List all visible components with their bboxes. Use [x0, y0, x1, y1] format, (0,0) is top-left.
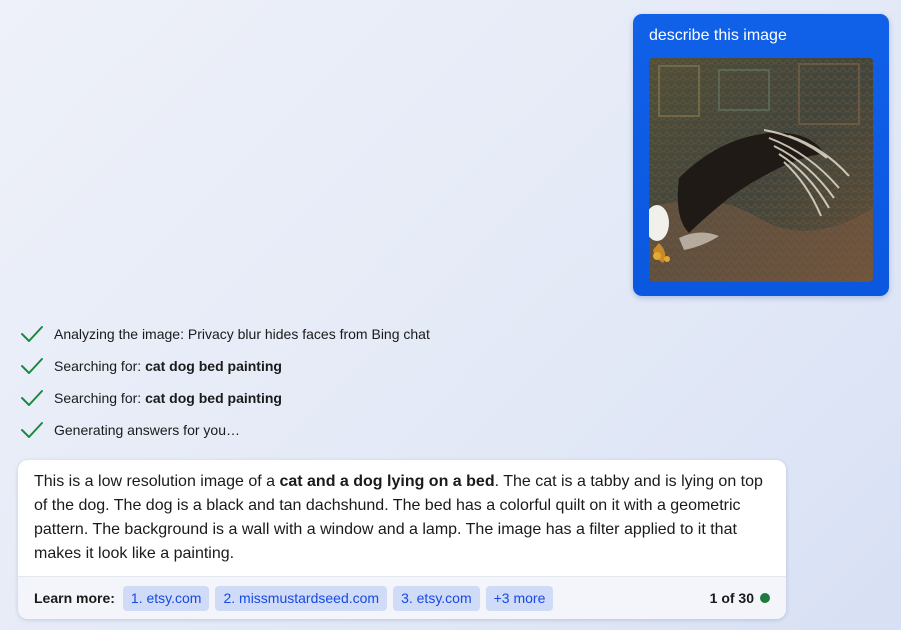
answer-text: This is a low resolution image of a cat …: [34, 473, 763, 562]
response-counter: 1 of 30: [709, 590, 754, 606]
citation-link-2[interactable]: 2. missmustardseed.com: [215, 585, 388, 611]
step-text: Searching for: cat dog bed painting: [54, 358, 282, 374]
learn-more-label: Learn more:: [34, 590, 115, 606]
citation-link-1[interactable]: 1. etsy.com: [122, 585, 210, 611]
step-item: Generating answers for you…: [20, 418, 430, 442]
step-text: Analyzing the image: Privacy blur hides …: [54, 326, 430, 342]
user-message-text: describe this image: [649, 27, 787, 44]
step-item: Analyzing the image: Privacy blur hides …: [20, 322, 430, 346]
eagle-painting-image[interactable]: [649, 58, 873, 282]
status-dot-icon: [760, 593, 770, 603]
step-item: Searching for: cat dog bed painting: [20, 386, 430, 410]
check-icon: [21, 390, 43, 406]
step-item: Searching for: cat dog bed painting: [20, 354, 430, 378]
citation-link-3[interactable]: 3. etsy.com: [393, 585, 480, 611]
check-icon: [21, 422, 43, 438]
user-message-bubble: describe this image: [633, 14, 889, 296]
step-text: Searching for: cat dog bed painting: [54, 390, 282, 406]
learn-more-bar: Learn more: 1. etsy.com 2. missmustardse…: [18, 576, 786, 619]
answer-bold-text: cat and a dog lying on a bed: [279, 473, 495, 490]
answer-card: This is a low resolution image of a cat …: [18, 460, 786, 619]
check-icon: [21, 326, 43, 342]
more-citations-button[interactable]: +3 more: [485, 585, 554, 611]
progress-steps: Analyzing the image: Privacy blur hides …: [20, 322, 430, 450]
step-text: Generating answers for you…: [54, 422, 240, 438]
check-icon: [21, 358, 43, 374]
